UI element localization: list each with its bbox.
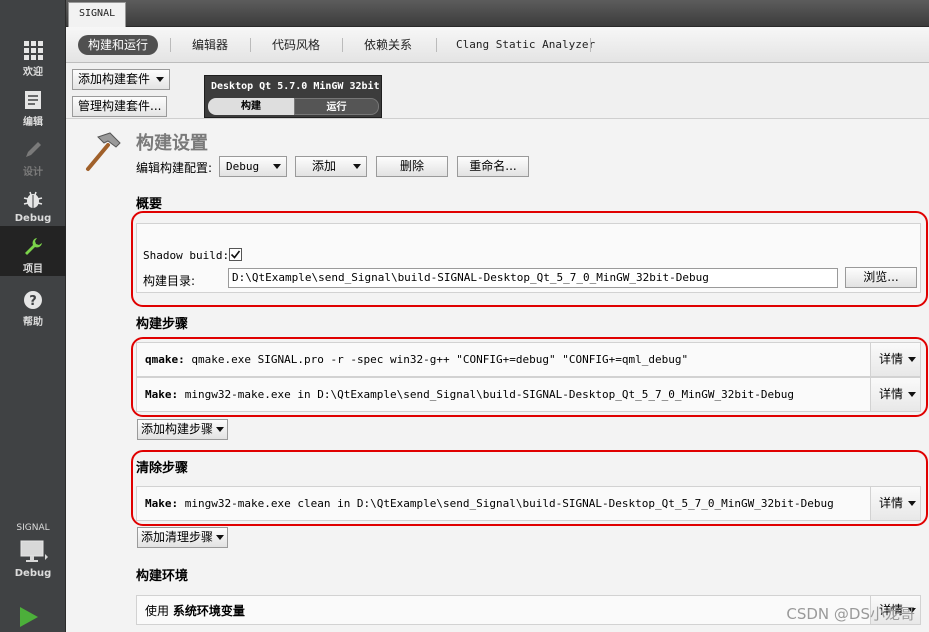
build-env-use-label: 使用 xyxy=(145,604,170,618)
add-build-step-button[interactable]: 添加构建步骤 xyxy=(137,419,229,440)
build-config-select[interactable]: Debug xyxy=(219,156,287,177)
annotation-box-clean-steps xyxy=(131,450,928,526)
grid-icon xyxy=(24,41,43,60)
add-clean-step-label: 添加清理步骤 xyxy=(141,530,214,544)
annotation-box-general xyxy=(131,211,928,307)
tab-separator xyxy=(250,38,251,52)
chevron-down-icon xyxy=(216,427,225,432)
build-steps-section-title: 构建步骤 xyxy=(136,317,189,332)
rename-config-button[interactable]: 重命名... xyxy=(457,156,529,177)
bug-icon xyxy=(23,191,43,208)
add-kit-label: 添加构建套件 xyxy=(78,72,151,86)
mode-help-label: 帮助 xyxy=(23,317,43,328)
manage-kits-label: 管理构建套件... xyxy=(78,99,162,113)
chevron-down-icon xyxy=(156,77,165,82)
build-env-text: 使用 系统环境变量 xyxy=(145,602,245,619)
mode-welcome-label: 欢迎 xyxy=(23,67,43,78)
build-settings-panel: 构建设置 编辑构建配置: Debug 添加 删除 重命名... 概要 Shado… xyxy=(66,119,929,632)
tab-separator xyxy=(170,38,171,52)
target-config-label: Debug xyxy=(14,568,52,579)
tab-dependencies[interactable]: 依赖关系 xyxy=(354,35,422,55)
tab-editor[interactable]: 编辑器 xyxy=(182,35,238,55)
kit-selector: Desktop Qt 5.7.0 MinGW 32bit 构建 运行 xyxy=(204,75,382,118)
mode-welcome[interactable]: 欢迎 xyxy=(0,33,66,83)
build-config-value: Debug xyxy=(226,160,260,173)
wrench-icon xyxy=(25,238,42,255)
target-selector[interactable]: SIGNAL Debug xyxy=(0,518,66,590)
mode-help[interactable]: ? 帮助 xyxy=(0,283,66,333)
edit-config-label: 编辑构建配置: xyxy=(136,161,213,175)
tab-project-signal[interactable]: SIGNAL xyxy=(68,2,127,27)
watermark: CSDN @DS小龙哥 xyxy=(786,605,915,623)
mode-projects[interactable]: 项目 xyxy=(0,226,66,276)
mode-debug-label: Debug xyxy=(14,213,52,224)
add-build-step-label: 添加构建步骤 xyxy=(141,422,214,436)
tab-clang-static-analyzer[interactable]: Clang Static Analyzer xyxy=(446,35,605,55)
chevron-down-icon xyxy=(273,164,281,169)
manage-kits-button[interactable]: 管理构建套件... xyxy=(72,96,168,117)
hammer-icon xyxy=(86,132,121,171)
general-section-title: 概要 xyxy=(136,197,163,212)
mode-edit[interactable]: 编辑 xyxy=(0,83,66,133)
svg-text:?: ? xyxy=(29,294,37,309)
document-icon xyxy=(25,91,41,109)
mode-design[interactable]: 设计 xyxy=(0,133,66,183)
tab-separator xyxy=(436,38,437,52)
kit-run-tab[interactable]: 运行 xyxy=(294,98,379,115)
build-env-section-title: 构建环境 xyxy=(136,569,189,584)
add-clean-step-button[interactable]: 添加清理步骤 xyxy=(137,527,229,548)
add-config-label: 添加 xyxy=(312,159,337,173)
tab-separator xyxy=(342,38,343,52)
chevron-down-icon xyxy=(216,535,225,540)
kit-name: Desktop Qt 5.7.0 MinGW 32bit xyxy=(211,81,380,92)
kit-area: 添加构建套件 管理构建套件... Desktop Qt 5.7.0 MinGW … xyxy=(66,63,929,119)
mode-edit-label: 编辑 xyxy=(23,117,43,128)
monitor-icon xyxy=(20,540,48,562)
project-tabbar: SIGNAL xyxy=(66,0,929,27)
delete-config-button[interactable]: 删除 xyxy=(376,156,448,177)
kit-build-tab[interactable]: 构建 xyxy=(208,98,294,115)
annotation-box-build-steps xyxy=(131,337,928,417)
help-icon: ? xyxy=(24,291,42,309)
mode-projects-label: 项目 xyxy=(23,264,43,275)
run-icon[interactable] xyxy=(18,606,40,628)
mode-bar: 欢迎 编辑 设计 Debug 项目 ? 帮助 SIGNAL Debug xyxy=(0,0,66,632)
add-kit-button[interactable]: 添加构建套件 xyxy=(72,69,171,90)
mode-design-label: 设计 xyxy=(23,167,43,178)
project-subtabs: 构建和运行 编辑器 代码风格 依赖关系 Clang Static Analyze… xyxy=(66,27,929,63)
build-env-name: 系统环境变量 xyxy=(172,604,245,618)
build-settings-title: 构建设置 xyxy=(136,133,208,154)
tab-code-style[interactable]: 代码风格 xyxy=(262,35,330,55)
target-project-label: SIGNAL xyxy=(16,523,50,533)
chevron-down-icon xyxy=(353,164,361,169)
add-config-button[interactable]: 添加 xyxy=(295,156,367,177)
tab-build-and-run[interactable]: 构建和运行 xyxy=(78,35,159,55)
pen-icon xyxy=(26,142,41,157)
tab-separator xyxy=(590,38,591,52)
